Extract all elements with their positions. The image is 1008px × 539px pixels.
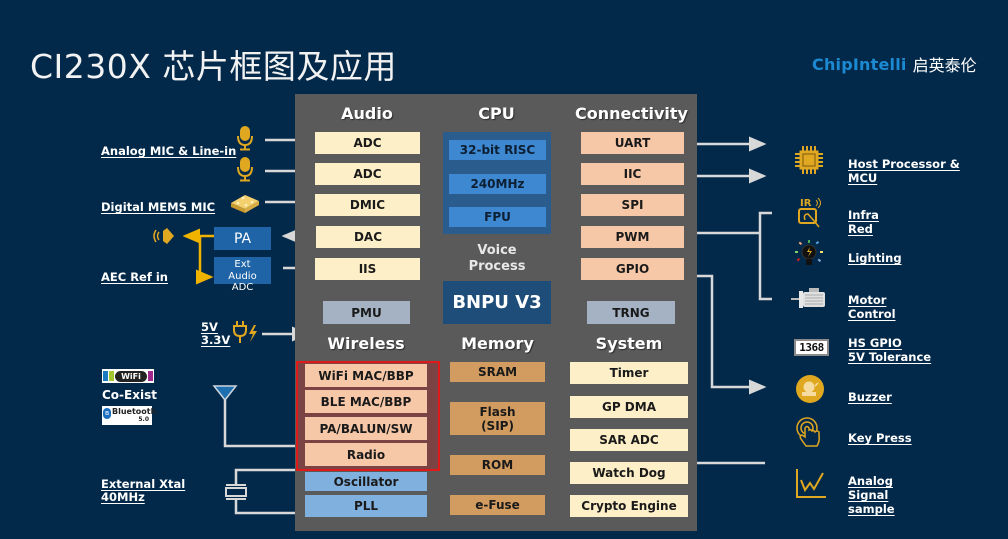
coexist-label: Co-Exist <box>102 388 157 402</box>
conn-gpio: GPIO <box>581 258 684 280</box>
conn-spi: SPI <box>581 194 684 216</box>
system-gp-dma: GP DMA <box>570 396 688 418</box>
pa-ext-adc-line <box>196 236 214 285</box>
power-label: 5V 3.3V <box>201 320 231 347</box>
memory-title: Memory <box>461 334 534 353</box>
conn-pwm: PWM <box>581 226 684 248</box>
bnpu-block: BNPU V3 <box>443 281 551 324</box>
svg-text:IR: IR <box>800 198 812 209</box>
power-plug-icon <box>233 321 257 343</box>
audio-adc-1: ADC <box>315 132 420 154</box>
lighting-label: Lighting <box>848 251 902 265</box>
audio-adc-2: ADC <box>315 163 420 185</box>
wireless-radio: Radio <box>305 443 427 466</box>
ext-audio-adc-label: Ext Audio ADC <box>228 259 257 293</box>
system-watch-dog: Watch Dog <box>570 462 688 484</box>
memory-flash: Flash (SIP) <box>450 402 545 435</box>
host-processor-label: Host Processor & MCU <box>848 157 960 185</box>
speaker-icon <box>153 228 174 244</box>
infrared-label: Infra Red <box>848 208 879 236</box>
wireless-wifi: WiFi MAC/BBP <box>305 364 427 387</box>
bluetooth-logo: ʙ Bluetooth 5.0 <box>102 406 156 425</box>
pwm-bracket <box>758 211 772 301</box>
memory-rom: ROM <box>450 455 545 475</box>
cpu-freq: 240MHz <box>449 174 546 194</box>
pmu-block: PMU <box>323 301 410 324</box>
wireless-title: Wireless <box>327 334 405 353</box>
xtal-line-bottom <box>234 499 296 515</box>
system-title: System <box>595 334 663 353</box>
analog-signal-chart-icon <box>796 469 826 498</box>
external-xtal-label: External Xtal 40MHz <box>101 477 186 504</box>
antenna-line <box>223 398 296 448</box>
crystal-icon <box>225 484 247 500</box>
digital-mems-label: Digital MEMS MIC <box>101 200 216 214</box>
system-timer: Timer <box>570 362 688 384</box>
gpio-buzzer-line <box>697 274 767 395</box>
bluetooth-version: 5.0 <box>138 416 149 423</box>
cpu-fpu: FPU <box>449 207 546 227</box>
aec-ref-label: AEC Ref in <box>101 270 168 284</box>
system-crypto: Crypto Engine <box>570 495 688 517</box>
hs-gpio-label: HS GPIO 5V Tolerance <box>848 336 932 364</box>
wifi-logo-text: WiFi <box>115 370 147 382</box>
display-digits: 1368 <box>796 341 827 354</box>
connectivity-title: Connectivity <box>575 104 688 123</box>
lighting-bulb-icon <box>795 240 823 265</box>
buzzer-label: Buzzer <box>848 390 892 404</box>
audio-dac: DAC <box>316 226 420 248</box>
mems-chip-icon <box>231 195 259 213</box>
key-press-hand-icon <box>796 417 820 447</box>
voice-process-label: Voice Process <box>468 243 526 274</box>
memory-efuse: e-Fuse <box>450 495 545 515</box>
cpu-title: CPU <box>478 104 515 123</box>
memory-sram: SRAM <box>450 362 545 382</box>
pll-block: PLL <box>305 495 427 517</box>
motor-icon <box>791 288 825 308</box>
wireless-pa-balun: PA/BALUN/SW <box>305 417 427 440</box>
audio-title: Audio <box>341 104 393 123</box>
bluetooth-icon: ʙ <box>103 408 111 419</box>
cpu-risc: 32-bit RISC <box>449 140 546 160</box>
conn-iic: IIC <box>581 163 684 185</box>
microphone-icon-1 <box>237 126 253 151</box>
antenna-icon <box>212 385 238 401</box>
microphone-icon-2 <box>237 157 253 182</box>
analog-mic-label: Analog MIC & Line-in <box>101 144 237 158</box>
seven-segment-display-icon: 1368 <box>794 339 829 356</box>
infrared-remote-icon: IR <box>798 197 821 228</box>
wifi-logo: WiFi <box>102 369 154 383</box>
oscillator-block: Oscillator <box>305 472 427 491</box>
analog-signal-label: Analog Signal sample <box>848 474 895 516</box>
wireless-ble: BLE MAC/BBP <box>305 390 427 413</box>
system-sar-adc: SAR ADC <box>570 429 688 451</box>
pa-block: PA <box>214 227 271 250</box>
key-press-label: Key Press <box>848 431 912 445</box>
buzzer-bell-icon <box>796 375 824 403</box>
processor-chip-icon <box>795 146 823 174</box>
audio-dmic: DMIC <box>315 194 420 216</box>
conn-uart: UART <box>581 132 684 154</box>
audio-iis: IIS <box>315 258 420 280</box>
motor-control-label: Motor Control <box>848 293 896 321</box>
bluetooth-logo-text: Bluetooth <box>112 407 157 416</box>
trng-block: TRNG <box>587 301 675 324</box>
